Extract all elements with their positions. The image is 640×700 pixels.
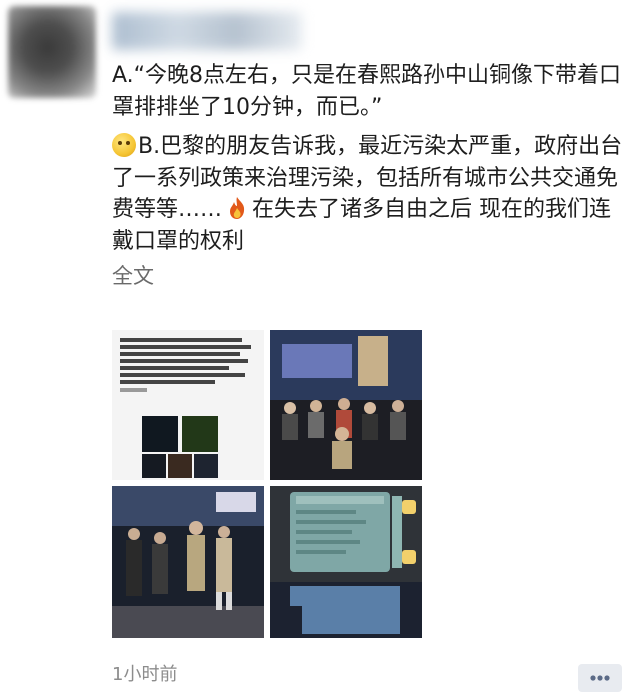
photo-phone-screen-drawing: [270, 486, 422, 638]
photo-night-street-drawing: [112, 486, 264, 638]
full-text-link[interactable]: 全文: [112, 261, 632, 293]
avatar[interactable]: [8, 6, 96, 98]
photo-seated-crowd[interactable]: [270, 330, 422, 480]
smiley-emoji-icon: [112, 133, 136, 157]
comment-button[interactable]: [578, 664, 622, 692]
paragraph-b: B.巴黎的朋友告诉我，最近污染太严重，政府出台了一系列政策来治理污染，包括所有城…: [112, 131, 632, 257]
comment-icon: [590, 675, 610, 681]
photo-text-note[interactable]: [112, 330, 264, 480]
post-timestamp: 1小时前: [112, 664, 178, 685]
username-blurred[interactable]: [112, 12, 302, 50]
photo-phone-screen[interactable]: [270, 486, 422, 638]
post-text: A.“今晚8点左右，只是在春熙路孙中山铜像下带着口罩排排坐了10分钟，而已。” …: [112, 60, 632, 293]
photo-note-thumb-5: [194, 454, 218, 478]
photo-note-thumb-2: [182, 416, 218, 452]
flame-emoji-icon: [230, 197, 245, 219]
paragraph-a: A.“今晚8点左右，只是在春熙路孙中山铜像下带着口罩排排坐了10分钟，而已。”: [112, 63, 622, 120]
photo-seated-crowd-drawing: [270, 330, 422, 480]
photo-note-text-lines: [120, 336, 256, 392]
photo-note-thumb-3: [142, 454, 166, 478]
photo-note-thumb-4: [168, 454, 192, 478]
photo-note-thumb-1: [142, 416, 178, 452]
photo-night-street[interactable]: [112, 486, 264, 638]
